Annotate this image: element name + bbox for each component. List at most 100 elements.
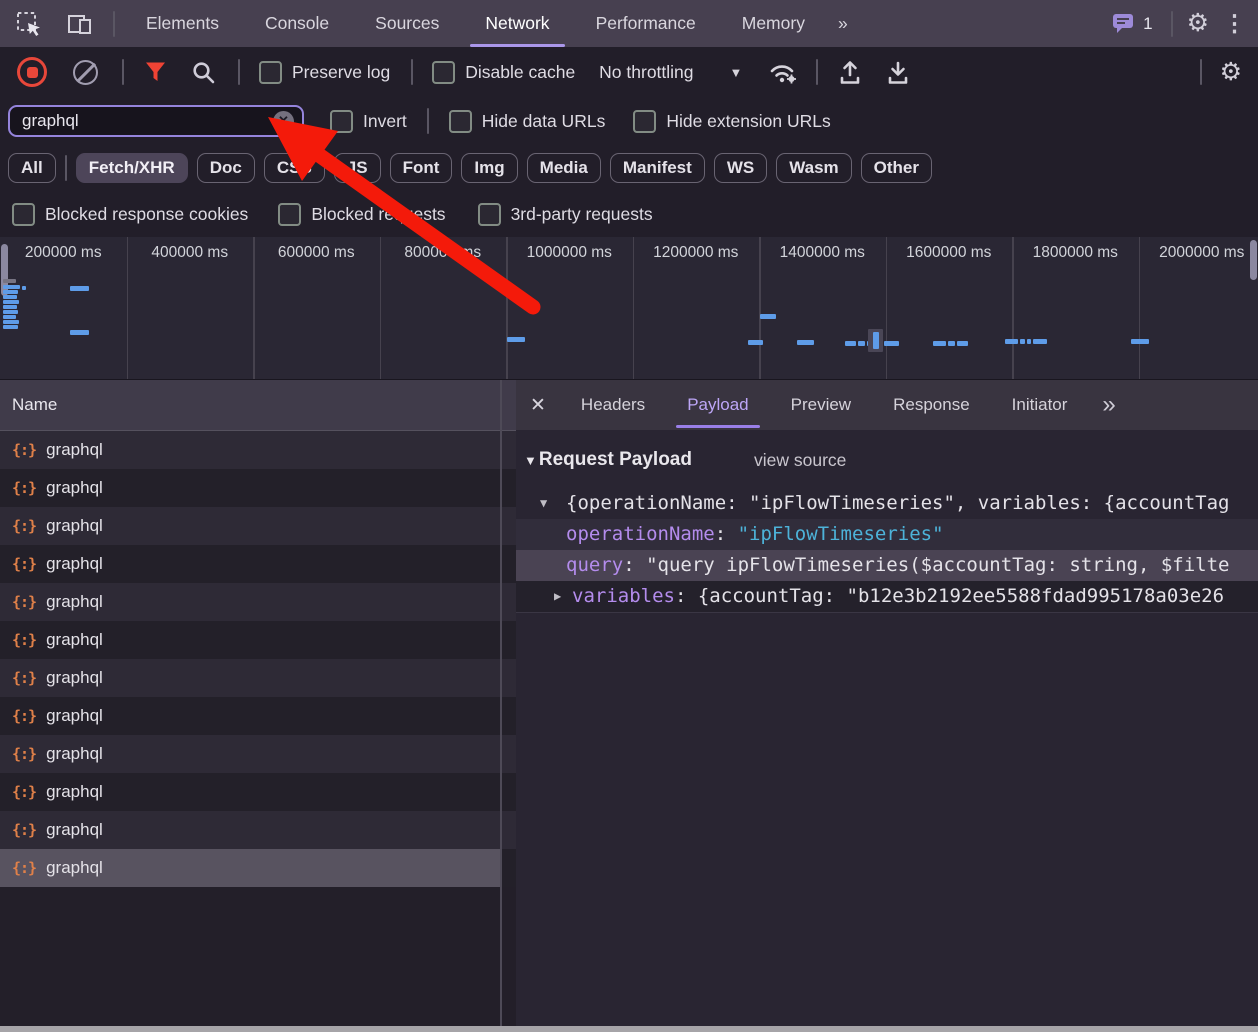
fetch-xhr-icon: {:} (12, 555, 36, 573)
record-network-log-icon[interactable] (17, 57, 47, 87)
filter-chip-media[interactable]: Media (527, 153, 601, 183)
import-har-icon[interactable] (838, 59, 862, 86)
payload-text-segment: : (675, 585, 698, 607)
network-overview-timeline[interactable]: 200000 ms400000 ms600000 ms800000 ms1000… (0, 237, 1258, 381)
invert-label: Invert (363, 111, 407, 132)
settings-gear-icon[interactable]: ⚙ (1187, 11, 1209, 36)
network-main-area: Name {:}graphql{:}graphql{:}graphql{:}gr… (0, 379, 1258, 1026)
more-tabs-chevron[interactable]: » (828, 0, 858, 47)
kebab-menu-icon[interactable]: ⋮ (1223, 12, 1246, 35)
tab-performance[interactable]: Performance (573, 0, 719, 47)
filter-chip-other[interactable]: Other (861, 153, 932, 183)
clear-filter-icon[interactable]: ✕ (273, 111, 294, 132)
close-details-icon[interactable]: ✕ (530, 394, 546, 417)
filter-chip-wasm[interactable]: Wasm (776, 153, 851, 183)
preserve-log-checkbox[interactable] (259, 61, 282, 84)
clear-network-log-icon[interactable] (73, 60, 98, 85)
filter-chip-manifest[interactable]: Manifest (610, 153, 705, 183)
details-tab-initiator[interactable]: Initiator (991, 380, 1089, 430)
filter-input[interactable]: graphql ✕ (8, 105, 304, 137)
waterfall-bar (3, 295, 17, 299)
network-conditions-icon[interactable] (768, 60, 798, 85)
waterfall-bar (760, 314, 776, 319)
table-row[interactable]: {:}graphql (0, 849, 516, 887)
waterfall-bar (70, 330, 89, 335)
timeline-tick-label: 400000 ms (127, 244, 254, 264)
filter-chip-doc[interactable]: Doc (197, 153, 255, 183)
network-settings-gear-icon[interactable]: ⚙ (1220, 60, 1242, 85)
filter-chip-ws[interactable]: WS (714, 153, 767, 183)
waterfall-bar (22, 286, 26, 290)
payload-tree-row[interactable]: operationName: "ipFlowTimeseries" (516, 519, 1258, 550)
waterfall-bar (1033, 339, 1047, 344)
inspect-element-icon[interactable] (16, 11, 42, 37)
payload-tree-row[interactable]: ▼{operationName: "ipFlowTimeseries", var… (516, 488, 1258, 519)
hide-extension-urls-checkbox[interactable] (633, 110, 656, 133)
table-row[interactable]: {:}graphql (0, 507, 516, 545)
filter-chip-img[interactable]: Img (461, 153, 517, 183)
details-tab-headers[interactable]: Headers (560, 380, 666, 430)
payload-tree-row[interactable]: ▶ variables: {accountTag: "b12e3b2192ee55… (516, 581, 1258, 613)
collapse-triangle-icon[interactable]: ▼ (524, 453, 537, 468)
table-row[interactable]: {:} graphql (0, 545, 516, 583)
filter-chip-css[interactable]: CSS (264, 153, 325, 183)
details-tab-preview[interactable]: Preview (770, 380, 872, 430)
filter-chip-all[interactable]: All (8, 153, 56, 183)
payload-tree-row[interactable]: query: "query ipFlowTimeseries($accountT… (516, 550, 1258, 581)
name-column-header[interactable]: Name (0, 380, 516, 431)
timeline-tick-label: 600000 ms (253, 244, 380, 264)
waterfall-bar (507, 337, 525, 342)
disable-cache-checkbox[interactable] (432, 61, 455, 84)
request-name: graphql (46, 592, 103, 612)
request-name: graphql (46, 630, 103, 650)
request-name: graphql (46, 554, 103, 574)
filter-chip-js[interactable]: JS (334, 153, 381, 183)
table-row[interactable]: {:}graphql (0, 735, 516, 773)
table-row[interactable]: {:}graphql (0, 621, 516, 659)
issues-count: 1 (1143, 14, 1152, 34)
payload-text-segment: {accountTag: "b12e3b2192ee5588fdad995178… (698, 585, 1224, 607)
filter-chip-font[interactable]: Font (390, 153, 453, 183)
details-more-tabs-chevron[interactable]: » (1102, 393, 1115, 417)
blocked-requests-checkbox[interactable] (278, 203, 301, 226)
issues-counter[interactable]: 1 (1112, 12, 1152, 35)
tab-network[interactable]: Network (462, 0, 572, 47)
blocked-response-cookies-checkbox[interactable] (12, 203, 35, 226)
collapsed-triangle-icon[interactable]: ▶ (554, 581, 561, 612)
fetch-xhr-icon: {:} (12, 745, 36, 763)
table-row[interactable]: {:}graphql (0, 773, 516, 811)
filter-chip-fetch-xhr[interactable]: Fetch/XHR (76, 153, 188, 183)
details-tab-payload[interactable]: Payload (666, 380, 769, 430)
view-source-link[interactable]: view source (754, 450, 846, 471)
tab-memory[interactable]: Memory (719, 0, 828, 47)
column-divider[interactable] (500, 380, 502, 1026)
device-toolbar-icon[interactable] (66, 11, 93, 37)
payload-text-segment: variables (572, 585, 675, 607)
search-icon[interactable] (191, 60, 216, 85)
issues-message-icon (1112, 12, 1136, 35)
third-party-requests-checkbox[interactable] (478, 203, 501, 226)
table-row[interactable]: {:}graphql (0, 469, 516, 507)
section-title: Request Payload (539, 449, 692, 471)
table-row[interactable]: {:}graphql (0, 583, 516, 621)
export-har-icon[interactable] (886, 59, 910, 86)
expanded-triangle-icon[interactable]: ▼ (540, 488, 547, 519)
waterfall-bar (948, 341, 955, 346)
third-party-requests-label: 3rd-party requests (511, 204, 653, 225)
tab-elements[interactable]: Elements (123, 0, 242, 47)
table-row[interactable]: {:}graphql (0, 811, 516, 849)
fetch-xhr-icon: {:} (12, 859, 36, 877)
table-row[interactable]: {:}graphql (0, 697, 516, 735)
details-tab-response[interactable]: Response (872, 380, 991, 430)
divider (113, 11, 115, 37)
throttling-select[interactable]: No throttling ▼ (599, 62, 742, 83)
hide-data-urls-checkbox[interactable] (449, 110, 472, 133)
fetch-xhr-icon: {:} (12, 479, 36, 497)
table-row[interactable]: {:}graphql (0, 431, 516, 469)
request-payload-section[interactable]: ▼ Request Payload view source (516, 442, 1258, 478)
invert-checkbox[interactable] (330, 110, 353, 133)
table-row[interactable]: {:}graphql (0, 659, 516, 697)
tab-sources[interactable]: Sources (352, 0, 462, 47)
tab-console[interactable]: Console (242, 0, 352, 47)
filter-funnel-icon[interactable] (144, 61, 167, 83)
